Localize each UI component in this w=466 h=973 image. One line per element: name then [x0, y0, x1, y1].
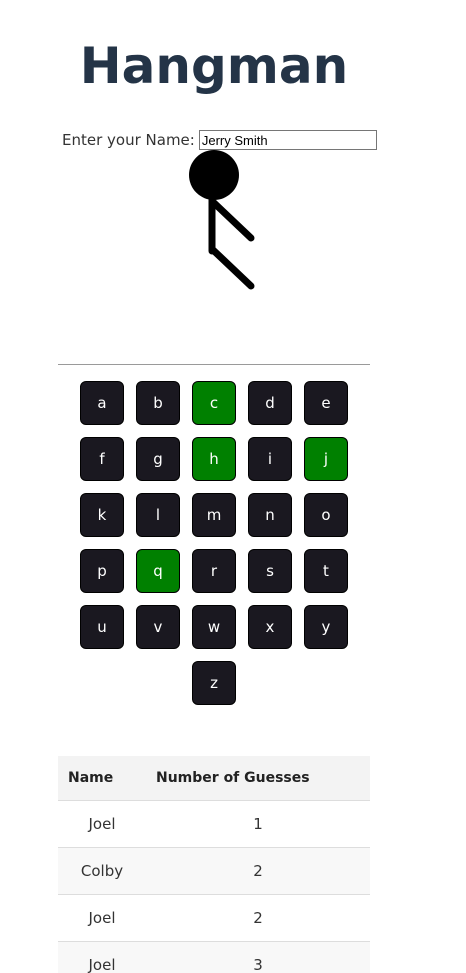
letter-key-w[interactable]: w [192, 605, 236, 649]
scoreboard-header-row: Name Number of Guesses [58, 756, 370, 801]
cell-guess-count: 2 [146, 847, 370, 895]
cell-guess-count: 2 [146, 894, 370, 942]
letter-key-q[interactable]: q [136, 549, 180, 593]
cell-guess-count: 3 [146, 941, 370, 973]
table-row: Joel 2 [58, 894, 370, 942]
name-input[interactable] [198, 130, 377, 150]
cell-player-name: Joel [58, 894, 146, 942]
cell-player-name: Joel [58, 941, 146, 973]
divider [58, 364, 370, 365]
letter-key-l[interactable]: l [136, 493, 180, 537]
column-header-guesses: Number of Guesses [146, 756, 370, 801]
cell-player-name: Colby [58, 847, 146, 895]
page-title: Hangman [79, 37, 349, 95]
letter-key-u[interactable]: u [80, 605, 124, 649]
column-header-name: Name [58, 756, 146, 801]
table-row: Joel 1 [58, 800, 370, 848]
letter-key-o[interactable]: o [304, 493, 348, 537]
letter-key-p[interactable]: p [80, 549, 124, 593]
letter-key-c[interactable]: c [192, 381, 236, 425]
letter-keyboard: abcde fghij klmno pqrst uvwxy z [58, 381, 370, 717]
cell-player-name: Joel [58, 800, 146, 848]
name-entry-row: Enter your Name: [62, 129, 377, 151]
letter-key-h[interactable]: h [192, 437, 236, 481]
scoreboard-table: Name Number of Guesses Joel 1 Colby 2 Joel 2 J… [58, 756, 370, 973]
table-row: Joel 3 [58, 941, 370, 973]
keyboard-row: fghij [58, 437, 370, 481]
letter-key-e[interactable]: e [304, 381, 348, 425]
keyboard-row: pqrst [58, 549, 370, 593]
letter-key-b[interactable]: b [136, 381, 180, 425]
letter-key-v[interactable]: v [136, 605, 180, 649]
hangman-head [189, 150, 239, 200]
letter-key-t[interactable]: t [304, 549, 348, 593]
letter-key-n[interactable]: n [248, 493, 292, 537]
scoreboard-body: Joel 1 Colby 2 Joel 2 Joel 3 [58, 800, 370, 973]
letter-key-f[interactable]: f [80, 437, 124, 481]
table-row: Colby 2 [58, 847, 370, 895]
letter-key-g[interactable]: g [136, 437, 180, 481]
letter-key-x[interactable]: x [248, 605, 292, 649]
hangman-arm [208, 197, 255, 242]
letter-key-y[interactable]: y [304, 605, 348, 649]
letter-key-a[interactable]: a [80, 381, 124, 425]
name-label: Enter your Name: [62, 131, 195, 149]
hangman-leg [208, 245, 255, 290]
letter-key-i[interactable]: i [248, 437, 292, 481]
keyboard-row: klmno [58, 493, 370, 537]
keyboard-row: uvwxy [58, 605, 370, 649]
letter-key-j[interactable]: j [304, 437, 348, 481]
keyboard-row: abcde [58, 381, 370, 425]
letter-key-d[interactable]: d [248, 381, 292, 425]
letter-key-k[interactable]: k [80, 493, 124, 537]
cell-guess-count: 1 [146, 800, 370, 848]
letter-key-m[interactable]: m [192, 493, 236, 537]
keyboard-row: z [58, 661, 370, 705]
letter-key-r[interactable]: r [192, 549, 236, 593]
hangman-page: Hangman Enter your Name: abcde fghij klmno… [0, 0, 466, 973]
letter-key-z[interactable]: z [192, 661, 236, 705]
letter-key-s[interactable]: s [248, 549, 292, 593]
